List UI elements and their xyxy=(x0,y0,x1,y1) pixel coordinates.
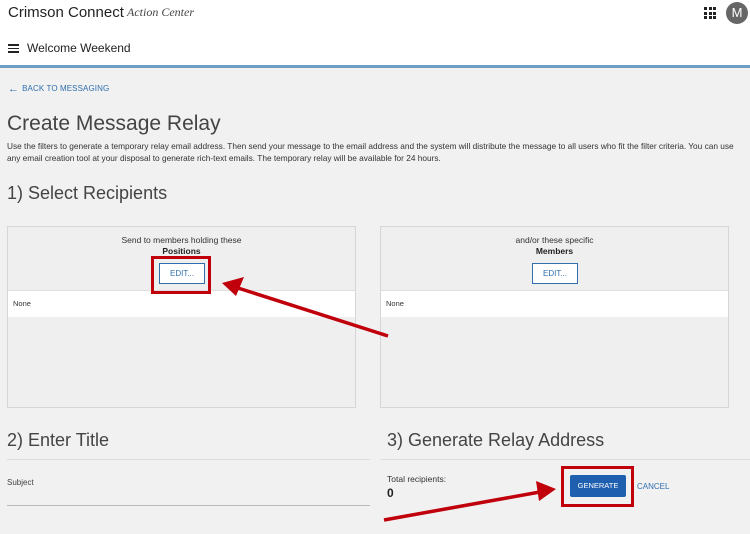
positions-label: Positions xyxy=(162,246,201,256)
subject-input[interactable] xyxy=(7,505,370,506)
intro-text: Use the filters to generate a temporary … xyxy=(7,141,734,163)
positions-caption: Send to members holding these xyxy=(121,235,242,245)
enter-title-heading: 2) Enter Title xyxy=(7,430,110,450)
section2-divider xyxy=(7,459,370,460)
hamburger-menu-icon[interactable] xyxy=(8,44,19,53)
arrow-left-icon: ← xyxy=(8,83,20,95)
annotation-arrow-generate xyxy=(383,481,556,522)
top-app-bar: Crimson Connect Action Center M xyxy=(0,0,750,28)
generate-highlight xyxy=(561,466,634,507)
back-link-label: BACK TO MESSAGING xyxy=(22,84,110,93)
members-label: Members xyxy=(535,246,574,256)
back-to-messaging-link[interactable]: ← BACK TO MESSAGING xyxy=(8,82,110,95)
app-title[interactable]: Crimson Connect xyxy=(8,4,124,21)
members-list: None xyxy=(381,290,728,317)
members-panel: and/or these specific Members EDIT... No… xyxy=(380,226,729,408)
members-caption: and/or these specific xyxy=(515,235,594,245)
section3-divider xyxy=(380,459,750,460)
group-header-bar: Welcome Weekend xyxy=(0,28,750,68)
generate-relay-heading: 3) Generate Relay Address xyxy=(387,430,605,450)
group-title: Welcome Weekend xyxy=(27,41,131,55)
subject-field-label: Subject xyxy=(7,478,34,487)
app-subtitle: Action Center xyxy=(127,5,194,19)
total-recipients-label: Total recipients: xyxy=(387,474,447,484)
avatar[interactable]: M xyxy=(726,2,748,24)
apps-grid-icon[interactable] xyxy=(704,7,716,19)
members-list-value: None xyxy=(386,299,404,308)
edit-members-button[interactable]: EDIT... xyxy=(532,263,578,284)
page-title: Create Message Relay xyxy=(7,112,221,135)
positions-list: None xyxy=(8,290,355,317)
positions-panel: Send to members holding these Positions … xyxy=(7,226,356,408)
cancel-link[interactable]: CANCEL xyxy=(637,482,669,491)
total-recipients-value: 0 xyxy=(387,486,394,500)
select-recipients-heading: 1) Select Recipients xyxy=(7,183,168,203)
positions-list-value: None xyxy=(13,299,31,308)
edit-positions-highlight xyxy=(151,256,211,294)
